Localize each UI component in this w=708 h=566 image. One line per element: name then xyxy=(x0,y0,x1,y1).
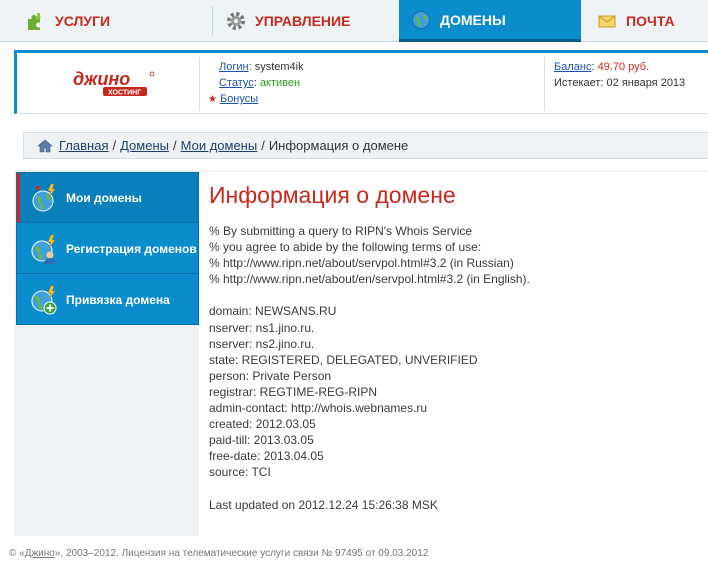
register-domain-icon xyxy=(29,233,61,265)
whois-line: person: Private Person xyxy=(209,368,332,383)
footer-brand-link[interactable]: Джино xyxy=(25,548,55,559)
tab-label: Услуги xyxy=(55,13,111,29)
tab-label: Управление xyxy=(255,13,351,29)
top-navigation: Услуги Управление Домены Почта xyxy=(0,0,708,42)
sidebar-item-label: Мои домены xyxy=(66,190,142,205)
tab-label: Домены xyxy=(440,11,506,28)
whois-line xyxy=(209,287,530,303)
whois-line: % you agree to abide by the following te… xyxy=(209,240,482,255)
domains-icon xyxy=(29,182,61,214)
sidebar: Мои домены Регистрация доменов Привязка … xyxy=(16,172,199,325)
balance-row: Баланс: 49.70 руб. xyxy=(554,61,650,73)
globe-icon xyxy=(411,10,431,30)
breadcrumb-current: Информация о домене xyxy=(268,138,409,153)
jino-logo[interactable]: джино ХОСТИНГ xyxy=(71,68,157,98)
bind-domain-icon xyxy=(29,284,61,316)
whois-line: created: 2012.03.05 xyxy=(209,417,316,432)
status-link[interactable]: Статус xyxy=(219,77,254,89)
envelope-icon xyxy=(597,11,617,31)
divider xyxy=(544,57,545,111)
status-value: активен xyxy=(259,77,301,89)
breadcrumb-separator: / xyxy=(112,138,117,153)
whois-line: % http://www.ripn.net/about/servpol.html… xyxy=(209,256,514,271)
whois-line: nserver: ns1.jino.ru. xyxy=(209,320,315,335)
whois-line: paid-till: 2013.03.05 xyxy=(209,433,314,448)
puzzle-icon xyxy=(26,11,46,31)
breadcrumb-my-domains[interactable]: Мои домены xyxy=(181,138,258,153)
bonus-link[interactable]: Бонусы xyxy=(220,93,258,105)
whois-line xyxy=(209,481,530,497)
tab-uslugi[interactable]: Услуги xyxy=(26,0,110,42)
footer: © «Джино», 2003–2012. Лицензия на телема… xyxy=(9,548,428,559)
svg-text:ХОСТИНГ: ХОСТИНГ xyxy=(108,90,141,97)
expires-row: Истекает: 02 января 2013 xyxy=(554,77,685,89)
breadcrumb-separator: / xyxy=(172,138,177,153)
whois-line: % http://www.ripn.net/about/en/servpol.h… xyxy=(209,272,530,287)
main-content: Информация о домене % By submitting a qu… xyxy=(199,172,708,536)
breadcrumb-separator: / xyxy=(261,138,265,153)
whois-line: source: TCI xyxy=(209,465,271,480)
sidebar-item-label: Регистрация доменов xyxy=(66,241,197,256)
divider xyxy=(199,57,200,111)
expires-value: 02 января 2013 xyxy=(606,77,686,89)
footer-prefix: © « xyxy=(9,548,25,559)
sidebar-item-label: Привязка домена xyxy=(66,293,170,307)
whois-line: Last updated on 2012.12.24 15:26:38 MSK xyxy=(209,497,438,512)
breadcrumb-home[interactable]: Главная xyxy=(59,138,108,153)
sidebar-item-my-domains[interactable]: Мои домены xyxy=(17,173,198,223)
whois-line: nserver: ns2.jino.ru. xyxy=(209,336,315,351)
status-row: Статус: активен xyxy=(219,77,301,89)
login-value: system4ik xyxy=(254,61,304,73)
tab-divider xyxy=(212,6,213,36)
balance-link[interactable]: Баланс xyxy=(554,61,591,73)
breadcrumb-domains[interactable]: Домены xyxy=(120,138,169,153)
whois-output: % By submitting a query to RIPN's Whois … xyxy=(209,223,530,513)
sidebar-item-domain-registration[interactable]: Регистрация доменов xyxy=(17,224,198,274)
tab-pochta[interactable]: Почта xyxy=(597,0,675,42)
whois-line: % By submitting a query to RIPN's Whois … xyxy=(209,224,473,238)
whois-line: state: REGISTERED, DELEGATED, UNVERIFIED xyxy=(209,352,478,367)
bonus-row: ★ Бонусы xyxy=(208,93,258,105)
breadcrumb: Главная / Домены / Мои домены / Информац… xyxy=(23,132,708,159)
balance-value: 49.70 руб. xyxy=(597,61,650,73)
account-header: джино ХОСТИНГ Логин: system4ik Статус: а… xyxy=(14,50,708,114)
expires-label: Истекает: xyxy=(554,77,604,89)
gear-icon xyxy=(226,11,246,31)
whois-line: free-date: 2013.04.05 xyxy=(209,449,324,464)
tab-upravlenie[interactable]: Управление xyxy=(226,0,350,42)
sidebar-item-domain-binding[interactable]: Привязка домена xyxy=(17,275,198,325)
login-link[interactable]: Логин xyxy=(219,61,249,73)
svg-text:джино: джино xyxy=(73,69,130,89)
whois-line: domain: NEWSANS.RU xyxy=(209,304,337,319)
star-icon: ★ xyxy=(208,94,217,105)
page-title: Информация о домене xyxy=(209,182,456,208)
footer-license: », 2003–2012. Лицензия на телематические… xyxy=(54,548,429,559)
home-icon[interactable] xyxy=(37,139,53,153)
tab-label: Почта xyxy=(626,13,675,29)
whois-line: admin-contact: http://whois.webnames.ru xyxy=(209,401,428,416)
tab-domeny[interactable]: Домены xyxy=(399,0,581,42)
whois-line: registrar: REGTIME-REG-RIPN xyxy=(209,384,378,399)
login-row: Логин: system4ik xyxy=(219,61,304,73)
